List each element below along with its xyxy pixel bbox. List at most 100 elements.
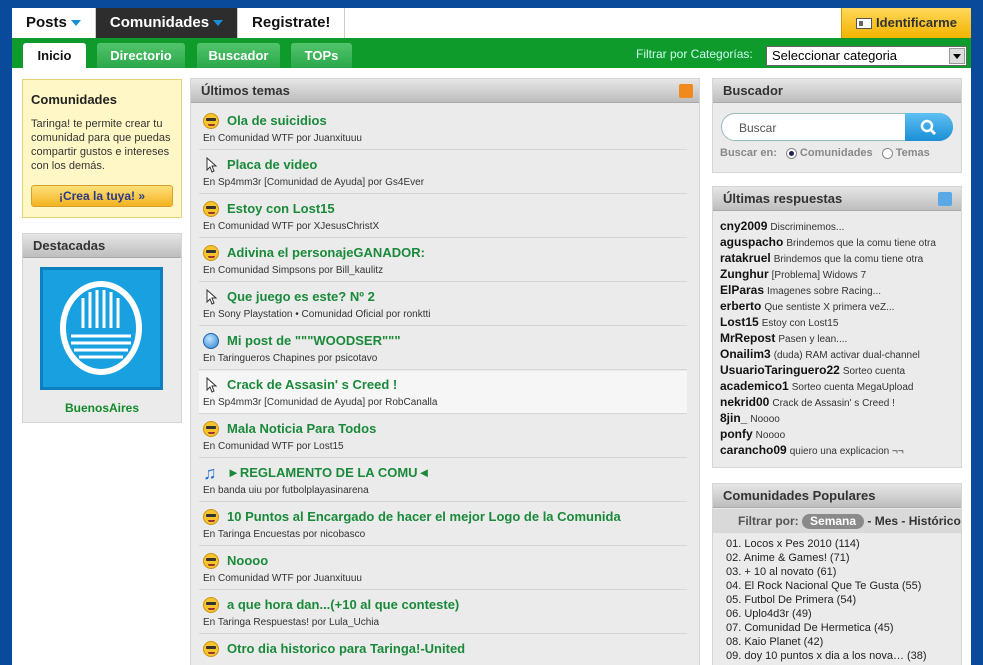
reply-text[interactable]: Pasen y lean.... (778, 334, 847, 345)
featured-community-logo[interactable] (40, 267, 163, 390)
subtab-directorio[interactable]: Directorio (97, 43, 185, 68)
subtab-tops[interactable]: TOPs (291, 43, 352, 68)
topic-title[interactable]: Placa de video (227, 157, 317, 172)
topic-row[interactable]: Noooo En Comunidad WTF por Juanxituuu (199, 547, 687, 590)
reply-user[interactable]: Zunghur (720, 267, 769, 281)
reply-item[interactable]: cny2009 Discriminemos... (720, 219, 844, 233)
reply-user[interactable]: Lost15 (720, 315, 759, 329)
reply-text[interactable]: Sorteo cuenta (843, 366, 905, 377)
reply-user[interactable]: ratakruel (720, 251, 771, 265)
search-input[interactable]: Buscar (721, 113, 953, 141)
reply-text[interactable]: quiero una explicacion ¬¬ (790, 446, 904, 457)
topic-row[interactable]: Ola de suicidios En Comunidad WTF por Jua… (199, 107, 687, 150)
reply-user[interactable]: 8jin_ (720, 411, 747, 425)
popular-item[interactable]: 05. Futbol De Primera (54) (726, 594, 856, 606)
subtab-inicio[interactable]: Inicio (23, 43, 86, 68)
popular-item[interactable]: 04. El Rock Nacional Que Te Gusta (55) (726, 580, 921, 592)
topic-title[interactable]: Otro dia historico para Taringa!-United (227, 641, 465, 656)
popular-item[interactable]: 06. Uplo4d3r (49) (726, 608, 812, 620)
topic-title[interactable]: Estoy con Lost15 (227, 201, 335, 216)
reply-item[interactable]: aguspacho Brindemos que la comu tiene otr… (720, 235, 936, 249)
reply-text[interactable]: Que sentiste X primera veZ... (764, 302, 894, 313)
reply-text[interactable]: Sorteo cuenta MegaUpload (792, 382, 914, 393)
reply-item[interactable]: MrRepost Pasen y lean.... (720, 331, 847, 345)
reply-item[interactable]: Onailim3 (duda) RAM activar dual-channel (720, 347, 920, 361)
filter-semana[interactable]: Semana (802, 514, 865, 529)
reply-item[interactable]: ratakruel Brindemos que la comu tiene otr… (720, 251, 923, 265)
reply-text[interactable]: Estoy con Lost15 (762, 318, 839, 329)
reply-user[interactable]: ponfy (720, 427, 753, 441)
reply-item[interactable]: Lost15 Estoy con Lost15 (720, 315, 838, 329)
popular-item[interactable]: 09. doy 10 puntos x dia a los nova… (38) (726, 650, 927, 662)
topic-title[interactable]: Mi post de """WOODSER""" (227, 333, 400, 348)
topic-title[interactable]: ►REGLAMENTO DE LA COMU◄ (227, 465, 430, 480)
popular-item[interactable]: 03. + 10 al novato (61) (726, 566, 836, 578)
topic-row[interactable]: Mi post de """WOODSER""" En Taringueros C… (199, 327, 687, 370)
search-button[interactable] (905, 113, 953, 141)
topic-title[interactable]: Noooo (227, 553, 268, 568)
popular-item[interactable]: 07. Comunidad De Hermetica (45) (726, 622, 894, 634)
reply-user[interactable]: carancho09 (720, 443, 787, 457)
radio-temas[interactable] (881, 147, 893, 159)
reply-item[interactable]: academico1 Sorteo cuenta MegaUpload (720, 379, 913, 393)
reply-user[interactable]: MrRepost (720, 331, 775, 345)
topic-title[interactable]: Mala Noticia Para Todos (227, 421, 376, 436)
topic-row[interactable]: Placa de video En Sp4mm3r [Comunidad de A… (199, 151, 687, 194)
radio-comunidades[interactable] (785, 147, 797, 159)
popular-item[interactable]: 08. Kaio Planet (42) (726, 636, 823, 648)
reply-text[interactable]: [Problema] Widows 7 (772, 270, 866, 281)
topic-row[interactable]: Adivina el personajeGANADOR: En Comunidad… (199, 239, 687, 282)
tab-posts[interactable]: Posts (12, 8, 96, 38)
category-select[interactable]: Seleccionar categoria (766, 46, 967, 66)
topic-row[interactable]: ♫ ►REGLAMENTO DE LA COMU◄ En banda uiu por… (199, 459, 687, 502)
subtab-buscador[interactable]: Buscador (197, 43, 280, 68)
reply-user[interactable]: ElParas (720, 283, 764, 297)
topic-row[interactable]: 10 Puntos al Encargado de hacer el mejor… (199, 503, 687, 546)
featured-community-name[interactable]: BuenosAires (23, 401, 181, 415)
topic-title[interactable]: a que hora dan...(+10 al que conteste) (227, 597, 459, 612)
topic-row[interactable]: Otro dia historico para Taringa!-United (199, 635, 687, 665)
refresh-icon[interactable] (938, 192, 952, 206)
reply-text[interactable]: Brindemos que la comu tiene otra (774, 254, 924, 265)
reply-text[interactable]: (duda) RAM activar dual-channel (774, 350, 920, 361)
reply-user[interactable]: Onailim3 (720, 347, 771, 361)
topic-title[interactable]: Ola de suicidios (227, 113, 327, 128)
reply-item[interactable]: 8jin_ Noooo (720, 411, 780, 425)
reply-text[interactable]: Noooo (750, 414, 779, 425)
reply-item[interactable]: carancho09 quiero una explicacion ¬¬ (720, 443, 904, 457)
topic-title[interactable]: Que juego es este? Nº 2 (227, 289, 375, 304)
topic-row[interactable]: a que hora dan...(+10 al que conteste) En… (199, 591, 687, 634)
reply-text[interactable]: Crack de Assasin' s Creed ! (772, 398, 895, 409)
reply-user[interactable]: UsuarioTaringuero22 (720, 363, 840, 377)
create-community-button[interactable]: ¡Crea la tuya! » (31, 185, 173, 207)
topic-title[interactable]: 10 Puntos al Encargado de hacer el mejor… (227, 509, 621, 524)
reply-user[interactable]: erberto (720, 299, 761, 313)
filter-mes[interactable]: Mes (875, 514, 898, 528)
tab-comunidades[interactable]: Comunidades (95, 8, 239, 38)
popular-item[interactable]: 01. Locos x Pes 2010 (114) (726, 538, 860, 550)
filter-historico[interactable]: Histórico (909, 514, 961, 528)
topic-title[interactable]: Crack de Assasin' s Creed ! (227, 377, 397, 392)
reply-text[interactable]: Imagenes sobre Racing... (767, 286, 881, 297)
chevron-down-icon[interactable] (949, 48, 965, 64)
reply-item[interactable]: nekrid00 Crack de Assasin' s Creed ! (720, 395, 895, 409)
reply-item[interactable]: Zunghur [Problema] Widows 7 (720, 267, 866, 281)
reply-text[interactable]: Noooo (756, 430, 785, 441)
reply-user[interactable]: nekrid00 (720, 395, 769, 409)
reply-text[interactable]: Brindemos que la comu tiene otra (786, 238, 936, 249)
reply-user[interactable]: aguspacho (720, 235, 783, 249)
reply-text[interactable]: Discriminemos... (770, 222, 844, 233)
topic-row[interactable]: Estoy con Lost15 En Comunidad WTF por XJe… (199, 195, 687, 238)
login-button[interactable]: Identificarme (841, 8, 971, 38)
topic-row[interactable]: Mala Noticia Para Todos En Comunidad WTF … (199, 415, 687, 458)
reply-user[interactable]: academico1 (720, 379, 789, 393)
rss-icon[interactable] (679, 84, 693, 98)
topic-row[interactable]: Crack de Assasin' s Creed ! En Sp4mm3r [C… (199, 371, 687, 414)
reply-item[interactable]: ElParas Imagenes sobre Racing... (720, 283, 881, 297)
reply-item[interactable]: ponfy Noooo (720, 427, 785, 441)
reply-item[interactable]: erberto Que sentiste X primera veZ... (720, 299, 894, 313)
popular-item[interactable]: 02. Anime & Games! (71) (726, 552, 850, 564)
reply-item[interactable]: UsuarioTaringuero22 Sorteo cuenta (720, 363, 905, 377)
tab-registrate[interactable]: Registrate! (238, 8, 346, 38)
topic-title[interactable]: Adivina el personajeGANADOR: (227, 245, 425, 260)
